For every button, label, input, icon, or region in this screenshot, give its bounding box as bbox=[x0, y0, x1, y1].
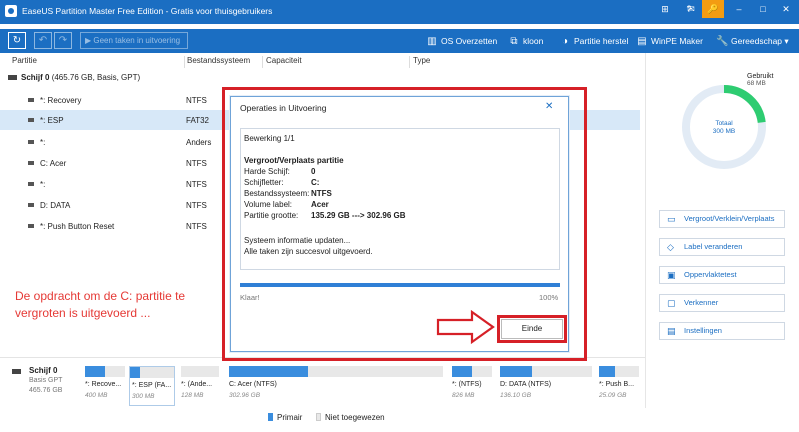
disk-segment-selected[interactable]: *: ESP (FA... 300 MB bbox=[129, 366, 175, 406]
column-partition[interactable]: Partitie bbox=[12, 56, 37, 68]
log-line: Alle taken zijn succesvol uitgevoerd. bbox=[244, 247, 373, 256]
segment-fill bbox=[500, 366, 533, 377]
undo-icon[interactable]: ↶ bbox=[34, 32, 52, 49]
disk-icon bbox=[8, 75, 17, 80]
field-value: 0 bbox=[311, 167, 316, 176]
monitor-icon: ▥ bbox=[427, 36, 437, 47]
disk-segment[interactable]: C: Acer (NTFS) 302.96 GB bbox=[229, 366, 443, 406]
legend-unallocated: Niet toegewezen bbox=[316, 413, 385, 422]
legend-primary: Primair bbox=[268, 413, 302, 422]
segment-fill bbox=[229, 366, 309, 377]
title-bar: EaseUS Partition Master Free Edition - G… bbox=[0, 0, 799, 24]
toolbar-os-migrate[interactable]: ▥ OS Overzetten bbox=[426, 34, 497, 48]
field-value: NTFS bbox=[311, 189, 332, 198]
wrench-icon: 🔧 bbox=[716, 36, 729, 47]
app-logo-icon bbox=[5, 5, 17, 17]
segment-fill bbox=[85, 366, 105, 377]
pending-operations-button[interactable]: ▶ Geen taken in uitvoering bbox=[80, 32, 188, 49]
progress-bar bbox=[240, 283, 560, 287]
arrow-annotation-icon bbox=[436, 309, 495, 345]
field-value: Acer bbox=[311, 200, 329, 209]
folder-icon: ▢ bbox=[667, 298, 676, 308]
field-value: 135.29 GB ---> 302.96 GB bbox=[311, 211, 406, 220]
field-label: Bestandssysteem: bbox=[244, 189, 310, 198]
disk-segment[interactable]: *: (Ande... 128 MB bbox=[181, 366, 221, 406]
close-button[interactable]: ✕ bbox=[775, 0, 797, 18]
toolbar-partition-recovery[interactable]: ◑ Partitie herstel bbox=[559, 34, 628, 48]
disk-header[interactable]: Schijf 0 (465.76 GB, Basis, GPT) bbox=[8, 73, 140, 82]
disk-segment[interactable]: D: DATA (NTFS) 136.10 GB bbox=[500, 366, 592, 406]
operation-log: Bewerking 1/1 Vergroot/Verplaats partiti… bbox=[240, 128, 560, 270]
column-separator bbox=[262, 56, 263, 68]
explorer-button[interactable]: ▢ Verkenner bbox=[659, 294, 785, 312]
finish-button[interactable]: Einde bbox=[501, 319, 563, 339]
refresh-icon[interactable]: ↻ bbox=[8, 32, 26, 49]
field-label: Volume label: bbox=[244, 200, 293, 209]
annotation-text: De opdracht om de C: partitie te vergrot… bbox=[15, 289, 186, 320]
operation-step: Bewerking 1/1 bbox=[244, 134, 295, 143]
progress-percent: 100% bbox=[539, 293, 559, 302]
maximize-button[interactable]: □ bbox=[752, 0, 774, 18]
layout-icon[interactable]: ⊞ bbox=[654, 0, 676, 18]
primary-swatch-icon bbox=[268, 413, 273, 421]
label-icon: ◇ bbox=[667, 242, 674, 252]
field-value: C: bbox=[311, 178, 320, 187]
log-line: Systeem informatie updaten... bbox=[244, 236, 351, 245]
column-separator bbox=[409, 56, 410, 68]
recovery-icon: ◑ bbox=[561, 36, 569, 47]
settings-icon: ▤ bbox=[667, 326, 676, 336]
segment-fill bbox=[452, 366, 472, 377]
minimize-button[interactable]: – bbox=[728, 0, 750, 18]
disk-segment[interactable]: *: Push B... 25.09 GB bbox=[599, 366, 639, 406]
field-label: Harde Schijf: bbox=[244, 167, 290, 176]
redo-icon[interactable]: ↷ bbox=[54, 32, 72, 49]
operation-title: Vergroot/Verplaats partitie bbox=[244, 156, 344, 165]
winpe-icon: ▤ bbox=[637, 36, 647, 47]
usage-total: Totaal 300 MB bbox=[712, 120, 736, 135]
change-label-button[interactable]: ◇ Label veranderen bbox=[659, 238, 785, 256]
column-separator bbox=[184, 56, 185, 68]
segment-fill bbox=[599, 366, 615, 377]
unallocated-swatch-icon bbox=[316, 413, 321, 421]
toolbar: ↻ ↶ ↷ ▶ Geen taken in uitvoering ▥ OS Ove… bbox=[0, 29, 799, 53]
mail-icon[interactable]: ✉ bbox=[680, 0, 702, 18]
toolbar-winpe-maker[interactable]: ▤ WinPE Maker bbox=[636, 34, 703, 48]
disk-segment[interactable]: *: Recove... 400 MB bbox=[85, 366, 125, 406]
resize-icon: ▭ bbox=[667, 214, 676, 224]
progress-status: Klaar! bbox=[240, 293, 260, 302]
operations-dialog: Operaties in Uitvoering ✕ Bewerking 1/1 … bbox=[230, 96, 569, 352]
toolbar-clone[interactable]: ⧉ kloon bbox=[508, 34, 543, 48]
clone-icon: ⧉ bbox=[510, 36, 518, 47]
column-type[interactable]: Type bbox=[413, 56, 430, 68]
field-label: Schijfletter: bbox=[244, 178, 284, 187]
disk-segment[interactable]: *: (NTFS) 826 MB bbox=[452, 366, 492, 406]
close-icon[interactable]: ✕ bbox=[545, 101, 553, 112]
surface-test-button[interactable]: ▣ Oppervlaktetest bbox=[659, 266, 785, 284]
column-filesystem[interactable]: Bestandssysteem bbox=[187, 56, 250, 68]
disk-icon bbox=[12, 369, 21, 374]
segment-fill bbox=[130, 367, 141, 378]
window-title: EaseUS Partition Master Free Edition - G… bbox=[22, 6, 273, 16]
settings-button[interactable]: ▤ Instellingen bbox=[659, 322, 785, 340]
dialog-title: Operaties in Uitvoering bbox=[240, 103, 327, 113]
resize-move-button[interactable]: ▭ Vergroot/Verklein/Verplaats bbox=[659, 210, 785, 228]
field-label: Partitie grootte: bbox=[244, 211, 299, 220]
column-capacity[interactable]: Capaciteit bbox=[266, 56, 302, 68]
toolbar-tools[interactable]: 🔧 Gereedschap ▾ bbox=[716, 34, 789, 48]
key-icon[interactable]: 🔑 bbox=[702, 0, 724, 18]
surface-test-icon: ▣ bbox=[667, 270, 676, 280]
